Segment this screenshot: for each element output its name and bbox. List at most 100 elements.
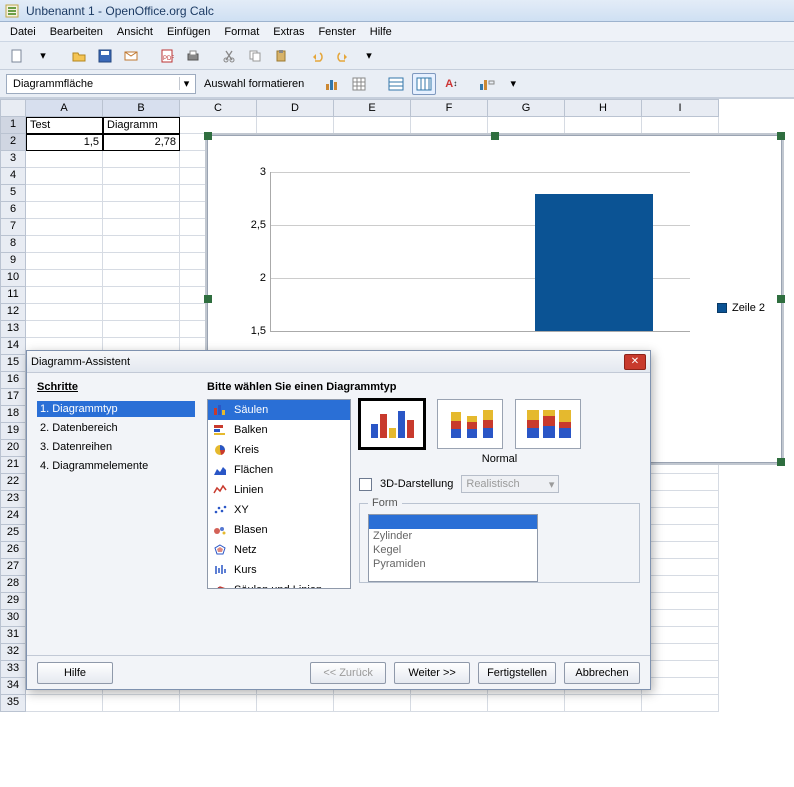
finish-button[interactable]: Fertigstellen	[478, 662, 556, 684]
pdf-button[interactable]: PDF	[156, 45, 178, 67]
cell[interactable]	[103, 236, 180, 253]
menu-format[interactable]: Format	[218, 24, 265, 40]
menu-extras[interactable]: Extras	[267, 24, 310, 40]
menu-ansicht[interactable]: Ansicht	[111, 24, 159, 40]
email-button[interactable]	[120, 45, 142, 67]
cell[interactable]	[642, 644, 719, 661]
grid-h-button[interactable]	[384, 73, 408, 95]
cell[interactable]	[642, 593, 719, 610]
row-header[interactable]: 25	[0, 525, 26, 542]
cell[interactable]	[642, 576, 719, 593]
cancel-button[interactable]: Abbrechen	[564, 662, 640, 684]
row-header[interactable]: 15	[0, 355, 26, 372]
col-header-H[interactable]: H	[565, 99, 642, 117]
cell[interactable]	[26, 253, 103, 270]
chart-type-item[interactable]: XY	[208, 500, 350, 520]
new-doc-button[interactable]	[6, 45, 28, 67]
next-button[interactable]: Weiter >>	[394, 662, 470, 684]
cell[interactable]	[26, 695, 103, 712]
format-selection-button[interactable]: Auswahl formatieren	[200, 73, 308, 95]
cell[interactable]	[642, 559, 719, 576]
cell[interactable]	[26, 287, 103, 304]
cell[interactable]	[26, 236, 103, 253]
row-header[interactable]: 32	[0, 644, 26, 661]
cell[interactable]	[26, 202, 103, 219]
cell[interactable]	[26, 151, 103, 168]
cell[interactable]	[488, 695, 565, 712]
row-header[interactable]: 9	[0, 253, 26, 270]
row-header[interactable]: 35	[0, 695, 26, 712]
col-header-F[interactable]: F	[411, 99, 488, 117]
chart-type-item[interactable]: Linien	[208, 480, 350, 500]
row-header[interactable]: 2	[0, 134, 26, 151]
step-4[interactable]: 4. Diagrammelemente	[37, 458, 195, 474]
menu-fenster[interactable]: Fenster	[312, 24, 361, 40]
row-header[interactable]: 12	[0, 304, 26, 321]
menu-datei[interactable]: Datei	[4, 24, 42, 40]
col-header-D[interactable]: D	[257, 99, 334, 117]
chart-type-item[interactable]: Netz	[208, 540, 350, 560]
step-1[interactable]: 1. Diagrammtyp	[37, 401, 195, 417]
menu-einfuegen[interactable]: Einfügen	[161, 24, 216, 40]
row-header[interactable]: 19	[0, 423, 26, 440]
row-header[interactable]: 28	[0, 576, 26, 593]
cell[interactable]	[642, 525, 719, 542]
row-header[interactable]: 11	[0, 287, 26, 304]
cell[interactable]	[26, 219, 103, 236]
cell[interactable]	[103, 287, 180, 304]
row-header[interactable]: 23	[0, 491, 26, 508]
cell[interactable]	[103, 304, 180, 321]
chart-type-item[interactable]: Kurs	[208, 560, 350, 580]
row-header[interactable]: 34	[0, 678, 26, 695]
col-header-I[interactable]: I	[642, 99, 719, 117]
col-header-G[interactable]: G	[488, 99, 565, 117]
cell[interactable]: Diagramm	[103, 117, 180, 134]
cell[interactable]	[642, 491, 719, 508]
chart-type-button[interactable]	[322, 73, 344, 95]
row-header[interactable]: 7	[0, 219, 26, 236]
open-button[interactable]	[68, 45, 90, 67]
col-header-B[interactable]: B	[103, 99, 180, 117]
row-header[interactable]: 20	[0, 440, 26, 457]
cell[interactable]	[103, 185, 180, 202]
cell[interactable]	[103, 219, 180, 236]
copy-button[interactable]	[244, 45, 266, 67]
col-header-E[interactable]: E	[334, 99, 411, 117]
chart-type-item[interactable]: Säulen und Linien	[208, 580, 350, 589]
row-header[interactable]: 14	[0, 338, 26, 355]
variant-normal[interactable]	[359, 399, 425, 449]
new-menu-dropdown[interactable]: ▾	[32, 45, 54, 67]
cell[interactable]	[642, 508, 719, 525]
row-header[interactable]: 8	[0, 236, 26, 253]
chart-type-item[interactable]: Blasen	[208, 520, 350, 540]
row-header[interactable]: 29	[0, 593, 26, 610]
row-header[interactable]: 3	[0, 151, 26, 168]
row-header[interactable]: 16	[0, 372, 26, 389]
step-3[interactable]: 3. Datenreihen	[37, 439, 195, 455]
cell[interactable]	[26, 321, 103, 338]
cell[interactable]	[642, 661, 719, 678]
cell[interactable]	[642, 117, 719, 134]
row-header[interactable]: 33	[0, 661, 26, 678]
undo-button[interactable]	[306, 45, 328, 67]
col-header-C[interactable]: C	[180, 99, 257, 117]
cell[interactable]	[642, 695, 719, 712]
select-all-corner[interactable]	[0, 99, 26, 117]
col-header-A[interactable]: A	[26, 99, 103, 117]
cell[interactable]	[565, 117, 642, 134]
cell[interactable]	[334, 117, 411, 134]
cell[interactable]	[411, 695, 488, 712]
row-header[interactable]: 17	[0, 389, 26, 406]
row-header[interactable]: 10	[0, 270, 26, 287]
redo-button[interactable]	[332, 45, 354, 67]
cell[interactable]	[103, 253, 180, 270]
cell[interactable]	[103, 270, 180, 287]
chart-type-item[interactable]: Kreis	[208, 440, 350, 460]
cell[interactable]	[257, 117, 334, 134]
row-header[interactable]: 4	[0, 168, 26, 185]
row-header[interactable]: 31	[0, 627, 26, 644]
cell[interactable]	[103, 695, 180, 712]
chart-type-item[interactable]: Balken	[208, 420, 350, 440]
menu-bearbeiten[interactable]: Bearbeiten	[44, 24, 109, 40]
cell[interactable]	[334, 695, 411, 712]
